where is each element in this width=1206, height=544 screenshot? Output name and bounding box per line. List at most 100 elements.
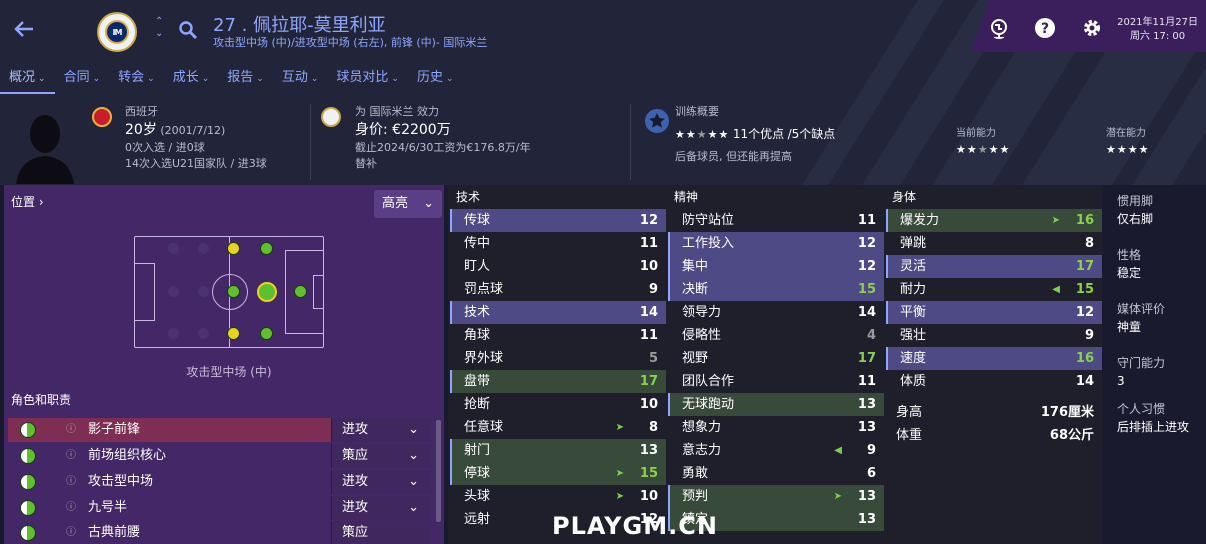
attribute-row[interactable]: 盯人 10 [450, 255, 666, 278]
info-icon[interactable]: ⓘ [66, 418, 76, 442]
position-dot[interactable] [198, 243, 209, 254]
attribute-row[interactable]: 传球 12 [450, 209, 666, 232]
attribute-row[interactable]: 防守站位 11 [668, 209, 884, 232]
tab-overview[interactable]: 概况 ⌄ [0, 66, 55, 94]
attribute-row[interactable]: 停球 ➤ 15 [450, 462, 666, 485]
tab-interaction[interactable]: 互动 ⌄ [273, 66, 328, 94]
attribute-row[interactable]: 灵活 17 [886, 255, 1102, 278]
cons-count: 5个缺点 [791, 127, 836, 141]
roles-scrollbar[interactable] [436, 420, 441, 522]
attribute-row[interactable]: 意志力 ◀ 9 [668, 439, 884, 462]
foot-label: 惯用脚 [1117, 194, 1154, 208]
prev-next-player-icon[interactable]: ⌃ ⌄ [155, 16, 163, 40]
attribute-row[interactable]: 界外球 5 [450, 347, 666, 370]
position-dot[interactable] [198, 328, 209, 339]
attribute-row[interactable]: 工作投入 12 [668, 232, 884, 255]
plays-for[interactable]: 为 国际米兰 效力 [355, 104, 531, 120]
position-dot-aml[interactable] [227, 327, 240, 340]
tab-contract[interactable]: 合同 ⌄ [55, 66, 110, 94]
attribute-row[interactable]: 团队合作 11 [668, 370, 884, 393]
attribute-row[interactable]: 射门 13 [450, 439, 666, 462]
search-icon[interactable] [178, 20, 198, 40]
attribute-row[interactable]: 盘带 17 [450, 370, 666, 393]
attribute-row[interactable]: 体质 14 [886, 370, 1102, 393]
info-icon[interactable]: ⓘ [66, 470, 76, 494]
position-dot[interactable] [168, 243, 179, 254]
player-value: 身价: €2200万 [355, 122, 451, 138]
positions-title[interactable]: 位置 › [11, 193, 44, 210]
attribute-row[interactable]: 勇敢 6 [668, 462, 884, 485]
attribute-row[interactable]: 决断 15 [668, 278, 884, 301]
position-dot-stc-selected[interactable] [257, 282, 277, 302]
duty-dropdown[interactable]: 进攻 ⌄ [331, 470, 431, 494]
player-positions: 攻击型中场 (中)/进攻型中场 (右左), 前锋 (中)- 国际米兰 [213, 36, 488, 49]
attribute-name: 视野 [682, 351, 709, 366]
highlight-marker [668, 232, 670, 255]
position-dot-amc[interactable] [227, 285, 240, 298]
trend-up-arrow-icon: ➤ [615, 491, 624, 502]
attribute-row[interactable]: 头球 ➤ 10 [450, 485, 666, 508]
attribute-row[interactable]: 速度 16 [886, 347, 1102, 370]
position-dot[interactable] [198, 286, 209, 297]
attribute-row[interactable]: 技术 14 [450, 301, 666, 324]
attribute-row[interactable]: 侵略性 4 [668, 324, 884, 347]
time-text: 周六 17: 00 [1129, 31, 1186, 42]
tab-transfer[interactable]: 转会 ⌄ [109, 66, 164, 94]
attribute-row[interactable]: 角球 11 [450, 324, 666, 347]
attribute-row[interactable]: 强壮 9 [886, 324, 1102, 347]
attribute-row[interactable]: 领导力 14 [668, 301, 884, 324]
info-icon[interactable]: ⓘ [66, 444, 76, 468]
trend-up-arrow-icon: ➤ [1051, 215, 1060, 226]
attribute-row[interactable]: 想象力 13 [668, 416, 884, 439]
role-row[interactable]: ⓘ 攻击型中场 进攻 ⌄ [8, 470, 431, 494]
attribute-row[interactable]: 罚点球 9 [450, 278, 666, 301]
tab-compare[interactable]: 球员对比 ⌄ [327, 66, 408, 94]
position-dot-stl[interactable] [260, 327, 273, 340]
attribute-row[interactable]: 视野 17 [668, 347, 884, 370]
tab-reports[interactable]: 报告 ⌄ [218, 66, 273, 94]
role-row-selected[interactable]: ⓘ 影子前锋 进攻 ⌄ [8, 418, 431, 442]
attribute-value: 4 [866, 328, 876, 343]
world-icon[interactable] [988, 17, 1010, 39]
attribute-row[interactable]: 集中 12 [668, 255, 884, 278]
highlight-dropdown[interactable]: 高亮 ⌄ [374, 190, 442, 218]
attribute-row[interactable]: 耐力 ◀ 15 [886, 278, 1102, 301]
duty-dropdown[interactable]: 进攻 ⌄ [331, 496, 431, 520]
club-crest-icon[interactable]: IM [97, 12, 137, 52]
preferred-foot: 惯用脚 仅右脚 [1117, 192, 1153, 228]
duty-dropdown[interactable]: 进攻 ⌄ [331, 418, 431, 442]
info-icon[interactable]: ⓘ [66, 496, 76, 520]
position-dot[interactable] [168, 286, 179, 297]
training-title[interactable]: 训练概要 [675, 104, 835, 120]
attribute-row[interactable]: 平衡 12 [886, 301, 1102, 324]
attribute-row[interactable]: 弹跳 8 [886, 232, 1102, 255]
position-dot-st[interactable] [294, 285, 307, 298]
position-dot-amr[interactable] [227, 242, 240, 255]
role-row[interactable]: ⓘ 前场组织核心 策应 ⌄ [8, 444, 431, 468]
help-icon[interactable]: ? [1034, 17, 1056, 39]
bio-block: 西班牙 20岁 (2001/7/12) 0次入选 / 进0球 14次入选U21国… [125, 104, 267, 172]
duty-dropdown[interactable]: 策应 [331, 521, 431, 544]
duty-label: 进攻 [342, 422, 369, 437]
role-row[interactable]: ⓘ 古典前腰 策应 [8, 521, 431, 544]
settings-gear-icon[interactable] [1081, 17, 1103, 39]
attribute-value: 8 [1084, 236, 1094, 251]
attribute-row[interactable]: 预判 ➤ 13 [668, 485, 884, 508]
duty-dropdown[interactable]: 策应 ⌄ [331, 444, 431, 468]
position-dot[interactable] [168, 328, 179, 339]
attribute-row[interactable]: 传中 11 [450, 232, 666, 255]
attribute-row[interactable]: 抢断 10 [450, 393, 666, 416]
gk-label: 守门能力 [1117, 356, 1166, 370]
highlight-marker [450, 439, 452, 462]
training-note: 后备球员, 但还能再提高 [675, 150, 792, 163]
tab-development[interactable]: 成长 ⌄ [164, 66, 219, 94]
role-row[interactable]: ⓘ 九号半 进攻 ⌄ [8, 496, 431, 520]
back-arrow-icon[interactable] [12, 17, 36, 41]
highlight-marker [668, 485, 670, 508]
attribute-row[interactable]: 无球跑动 13 [668, 393, 884, 416]
attribute-row[interactable]: 任意球 ➤ 8 [450, 416, 666, 439]
position-dot-str[interactable] [260, 242, 273, 255]
info-icon[interactable]: ⓘ [66, 521, 76, 544]
attribute-row[interactable]: 爆发力 ➤ 16 [886, 209, 1102, 232]
tab-history[interactable]: 历史 ⌄ [408, 66, 463, 94]
